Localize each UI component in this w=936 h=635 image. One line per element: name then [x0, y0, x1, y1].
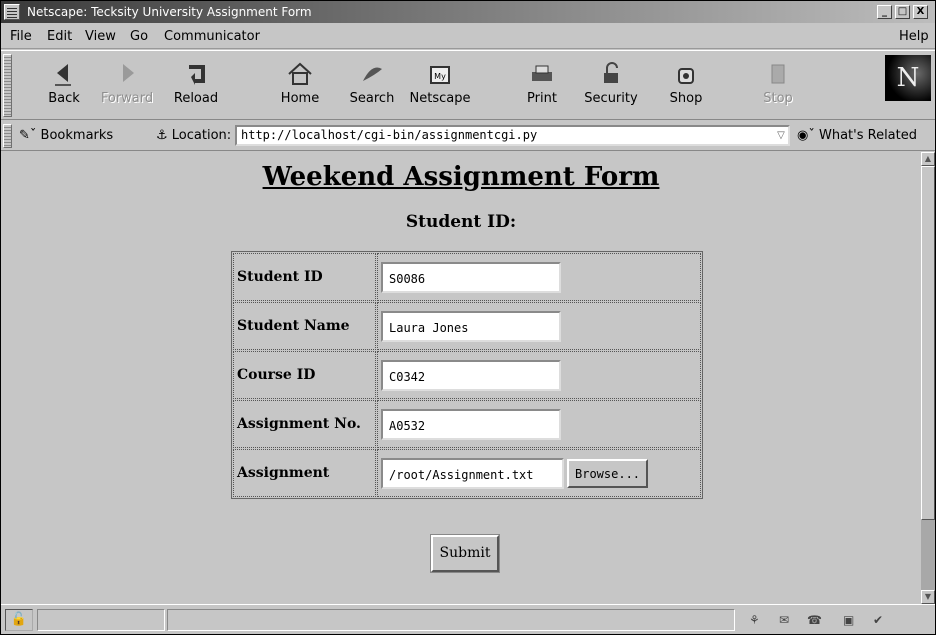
student-id-label: Student ID	[233, 253, 376, 301]
navigation-toolbar: Back Forward Reload Home Search My Netsc…	[1, 50, 935, 120]
assignment-no-label: Assignment No.	[233, 400, 376, 448]
status-bar: 🔓 ⚘ ✉ ☎ ▣ ✔	[1, 604, 935, 634]
form-row-assignment: Assignment /root/Assignment.txt Browse...	[233, 449, 701, 497]
minimize-button[interactable]: _	[877, 5, 892, 19]
menu-help[interactable]: Help	[899, 29, 929, 44]
shop-button[interactable]: Shop	[651, 55, 721, 117]
reload-icon	[189, 65, 205, 85]
window-title: Netscape: Tecksity University Assignment…	[27, 5, 312, 19]
stop-icon	[771, 64, 785, 84]
back-arrow-icon	[55, 64, 71, 86]
student-id-input[interactable]: S0086	[381, 261, 561, 293]
url-dropdown-icon[interactable]: ▽	[773, 127, 789, 144]
print-icon	[532, 65, 552, 81]
netscape-icon: My	[430, 66, 450, 84]
window-menu-icon[interactable]	[4, 4, 20, 20]
search-icon	[363, 67, 382, 81]
form-row-course-id: Course ID C0342	[233, 351, 701, 399]
location-toolbar: ✎ˇ Bookmarks ⚓ Location: http://localhos…	[1, 121, 935, 151]
addressbook-icon[interactable]: ✔	[873, 613, 883, 627]
assignment-no-input[interactable]: A0532	[381, 408, 561, 440]
reload-button[interactable]: Reload	[161, 55, 231, 117]
page-content: Weekend Assignment Form Student ID: Stud…	[1, 152, 921, 604]
newsgroups-icon[interactable]: ☎	[807, 613, 822, 627]
shop-icon	[678, 68, 694, 84]
svg-text:My: My	[434, 72, 446, 81]
navigator-icon[interactable]: ⚘	[749, 613, 760, 627]
student-name-input[interactable]: Laura Jones	[381, 310, 561, 342]
menu-edit[interactable]: Edit	[47, 29, 72, 44]
assignment-form-table: Student ID S0086 Student Name Laura Jone…	[231, 251, 703, 499]
netscape-button[interactable]: My Netscape	[405, 55, 475, 117]
location-icon: ⚓	[156, 128, 168, 143]
menu-bar: File Edit View Go Communicator Help	[1, 23, 935, 49]
search-button[interactable]: Search	[337, 55, 407, 117]
bookmarks-icon: ✎ˇ	[19, 128, 37, 143]
related-icon: ◉ˇ	[797, 128, 815, 143]
submit-button[interactable]: Submit	[430, 534, 500, 573]
netscape-logo[interactable]: N	[885, 55, 931, 101]
course-id-label: Course ID	[233, 351, 376, 399]
menu-view[interactable]: View	[85, 29, 116, 44]
bookmarks-button[interactable]: ✎ˇ Bookmarks	[19, 128, 113, 143]
assignment-file-input[interactable]: /root/Assignment.txt	[381, 457, 564, 489]
scroll-up-icon[interactable]: ▲	[921, 152, 935, 166]
maximize-button[interactable]: □	[895, 5, 910, 19]
toolbar-grip[interactable]	[3, 54, 12, 117]
status-text-pane	[167, 609, 735, 631]
page-title: Weekend Assignment Form	[262, 162, 660, 192]
close-button[interactable]: X	[913, 5, 928, 19]
scrollbar-thumb[interactable]	[921, 166, 935, 520]
student-name-label: Student Name	[233, 302, 376, 350]
location-url-input[interactable]: http://localhost/cgi-bin/assignmentcgi.p…	[235, 125, 790, 146]
forward-arrow-icon	[123, 64, 134, 82]
forward-button[interactable]: Forward	[92, 55, 162, 117]
menu-go[interactable]: Go	[130, 29, 148, 44]
title-bar: Netscape: Tecksity University Assignment…	[1, 1, 935, 23]
form-row-student-id: Student ID S0086	[233, 253, 701, 301]
course-id-input[interactable]: C0342	[381, 359, 561, 391]
whats-related-button[interactable]: ◉ˇ What's Related	[797, 128, 917, 143]
location-label: ⚓ Location:	[156, 128, 232, 143]
home-button[interactable]: Home	[265, 55, 335, 117]
composer-icon[interactable]: ▣	[843, 613, 854, 627]
browse-button[interactable]: Browse...	[567, 458, 649, 488]
security-status-icon[interactable]: 🔓	[5, 609, 33, 631]
page-subtitle: Student ID:	[405, 212, 517, 232]
form-row-assignment-no: Assignment No. A0532	[233, 400, 701, 448]
stop-button[interactable]: Stop	[743, 55, 813, 117]
home-icon	[288, 62, 312, 85]
mail-icon[interactable]: ✉	[779, 613, 789, 627]
vertical-scrollbar[interactable]: ▲ ▼	[921, 152, 935, 604]
menu-communicator[interactable]: Communicator	[164, 29, 260, 44]
security-button[interactable]: Security	[576, 55, 646, 117]
print-button[interactable]: Print	[507, 55, 577, 117]
progress-pane	[37, 609, 165, 631]
location-grip[interactable]	[3, 124, 12, 148]
menu-file[interactable]: File	[10, 29, 32, 44]
scroll-down-icon[interactable]: ▼	[921, 590, 935, 604]
assignment-label: Assignment	[233, 449, 376, 497]
back-button[interactable]: Back	[29, 55, 99, 117]
security-lock-icon	[604, 62, 618, 83]
form-row-student-name: Student Name Laura Jones	[233, 302, 701, 350]
browser-window: Netscape: Tecksity University Assignment…	[0, 0, 936, 635]
